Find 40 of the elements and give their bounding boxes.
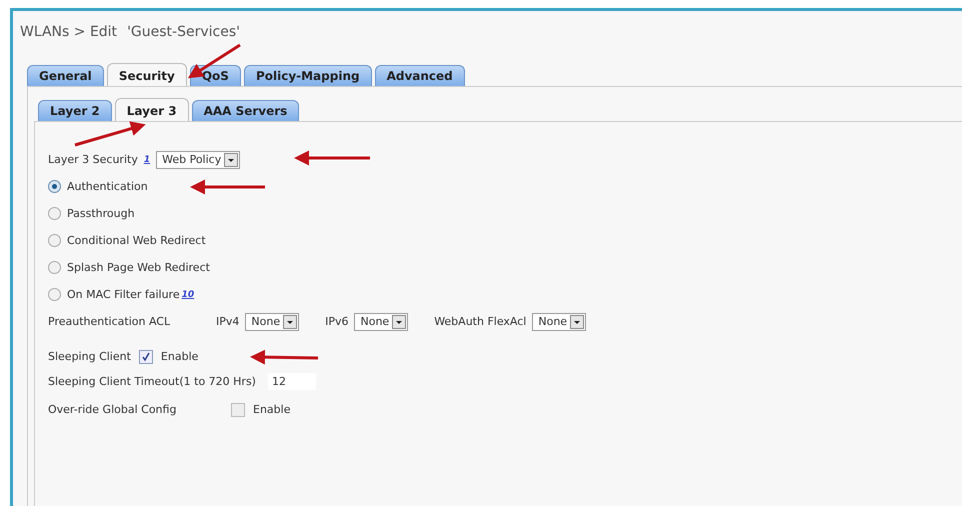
- option-label: Passthrough: [67, 207, 135, 220]
- radio-button[interactable]: [48, 288, 61, 301]
- tab[interactable]: Advanced: [374, 65, 465, 86]
- dropdown[interactable]: None: [245, 312, 300, 330]
- tab[interactable]: Policy-Mapping: [244, 65, 372, 86]
- option-label: Splash Page Web Redirect: [67, 261, 210, 274]
- input-field[interactable]: 12: [268, 372, 316, 390]
- radio-button[interactable]: [48, 261, 61, 274]
- radio-button[interactable]: [48, 207, 61, 220]
- field-label: Layer 3 Security: [48, 153, 138, 166]
- sub-tab[interactable]: Layer 3: [114, 98, 189, 121]
- sub-tab[interactable]: AAA Servers: [192, 100, 300, 121]
- option-label: Authentication: [67, 180, 148, 193]
- footnote-link[interactable]: 1: [144, 154, 150, 164]
- radio-button[interactable]: [48, 180, 61, 193]
- wlan-name: 'Guest-Services': [127, 24, 240, 42]
- field-label: Sleeping Client Timeout(1 to 720 Hrs): [48, 374, 256, 388]
- field-label: IPv6: [325, 315, 348, 328]
- tab[interactable]: General: [27, 65, 104, 86]
- annotation-arrow: [250, 350, 318, 365]
- option-label: Conditional Web Redirect: [67, 234, 206, 247]
- breadcrumb: WLANs > Edit: [20, 24, 118, 42]
- footnote-link[interactable]: 10: [182, 290, 194, 300]
- checkbox-label: Enable: [160, 350, 198, 363]
- radio-button[interactable]: [48, 234, 61, 247]
- checkbox[interactable]: [231, 402, 245, 416]
- field-label: IPv4: [216, 315, 240, 328]
- field-label: Preauthentication ACL: [48, 315, 172, 328]
- annotation-arrow: [74, 121, 146, 146]
- option-label: On MAC Filter failure: [67, 288, 180, 301]
- sub-tab[interactable]: Layer 2: [38, 100, 112, 121]
- checkbox-label: Enable: [253, 403, 290, 416]
- dropdown[interactable]: None: [532, 312, 586, 330]
- field-label: Sleeping Client: [48, 350, 131, 363]
- tab[interactable]: Security: [106, 63, 187, 86]
- dropdown[interactable]: Web Policy: [156, 150, 240, 168]
- field-label: WebAuth FlexAcl: [434, 315, 526, 328]
- dropdown[interactable]: None: [354, 312, 408, 330]
- field-label: Over-ride Global Config: [48, 403, 178, 416]
- checkbox[interactable]: [138, 350, 153, 364]
